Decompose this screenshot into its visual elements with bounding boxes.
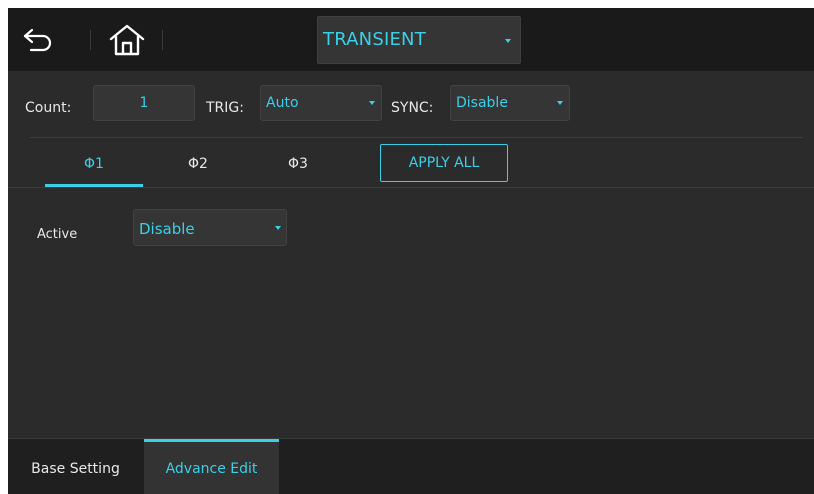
count-input[interactable]: 1 <box>93 85 195 121</box>
home-icon <box>109 24 145 56</box>
caret-down-icon <box>557 101 563 105</box>
count-label: Count: <box>25 100 72 116</box>
back-arrow-icon <box>23 28 52 52</box>
home-button[interactable] <box>105 20 149 60</box>
count-value: 1 <box>139 95 149 111</box>
header-divider <box>90 30 91 50</box>
trig-select[interactable]: Auto <box>260 85 382 121</box>
divider <box>30 137 803 138</box>
apply-all-button[interactable]: APPLY ALL <box>380 144 508 182</box>
back-button[interactable] <box>17 20 61 60</box>
active-select[interactable]: Disable <box>133 209 287 246</box>
caret-down-icon <box>369 101 375 105</box>
tab-phase-2[interactable]: Φ2 <box>148 142 248 188</box>
tab-phase-3[interactable]: Φ3 <box>248 142 348 188</box>
active-label: Active <box>37 227 78 242</box>
divider <box>8 187 814 188</box>
caret-down-icon <box>275 226 281 230</box>
header-divider <box>162 30 163 50</box>
active-select-value: Disable <box>139 220 195 238</box>
mode-select[interactable]: TRANSIENT <box>317 16 521 64</box>
header-bar: TRANSIENT <box>8 8 814 71</box>
sync-label: SYNC: <box>391 100 434 116</box>
trig-select-value: Auto <box>266 95 299 111</box>
tab-base-setting[interactable]: Base Setting <box>8 439 143 494</box>
sync-select[interactable]: Disable <box>450 85 570 121</box>
tab-phase-1[interactable]: Φ1 <box>45 142 143 188</box>
trig-label: TRIG: <box>206 100 244 116</box>
tab-advance-edit[interactable]: Advance Edit <box>144 439 279 494</box>
sync-select-value: Disable <box>456 95 508 111</box>
app-window: TRANSIENT Count: 1 TRIG: Auto SYNC: Disa… <box>8 8 814 494</box>
mode-select-value: TRANSIENT <box>323 29 426 50</box>
bottom-tab-bar: Base Setting Advance Edit <box>8 438 814 494</box>
caret-down-icon <box>505 39 511 43</box>
